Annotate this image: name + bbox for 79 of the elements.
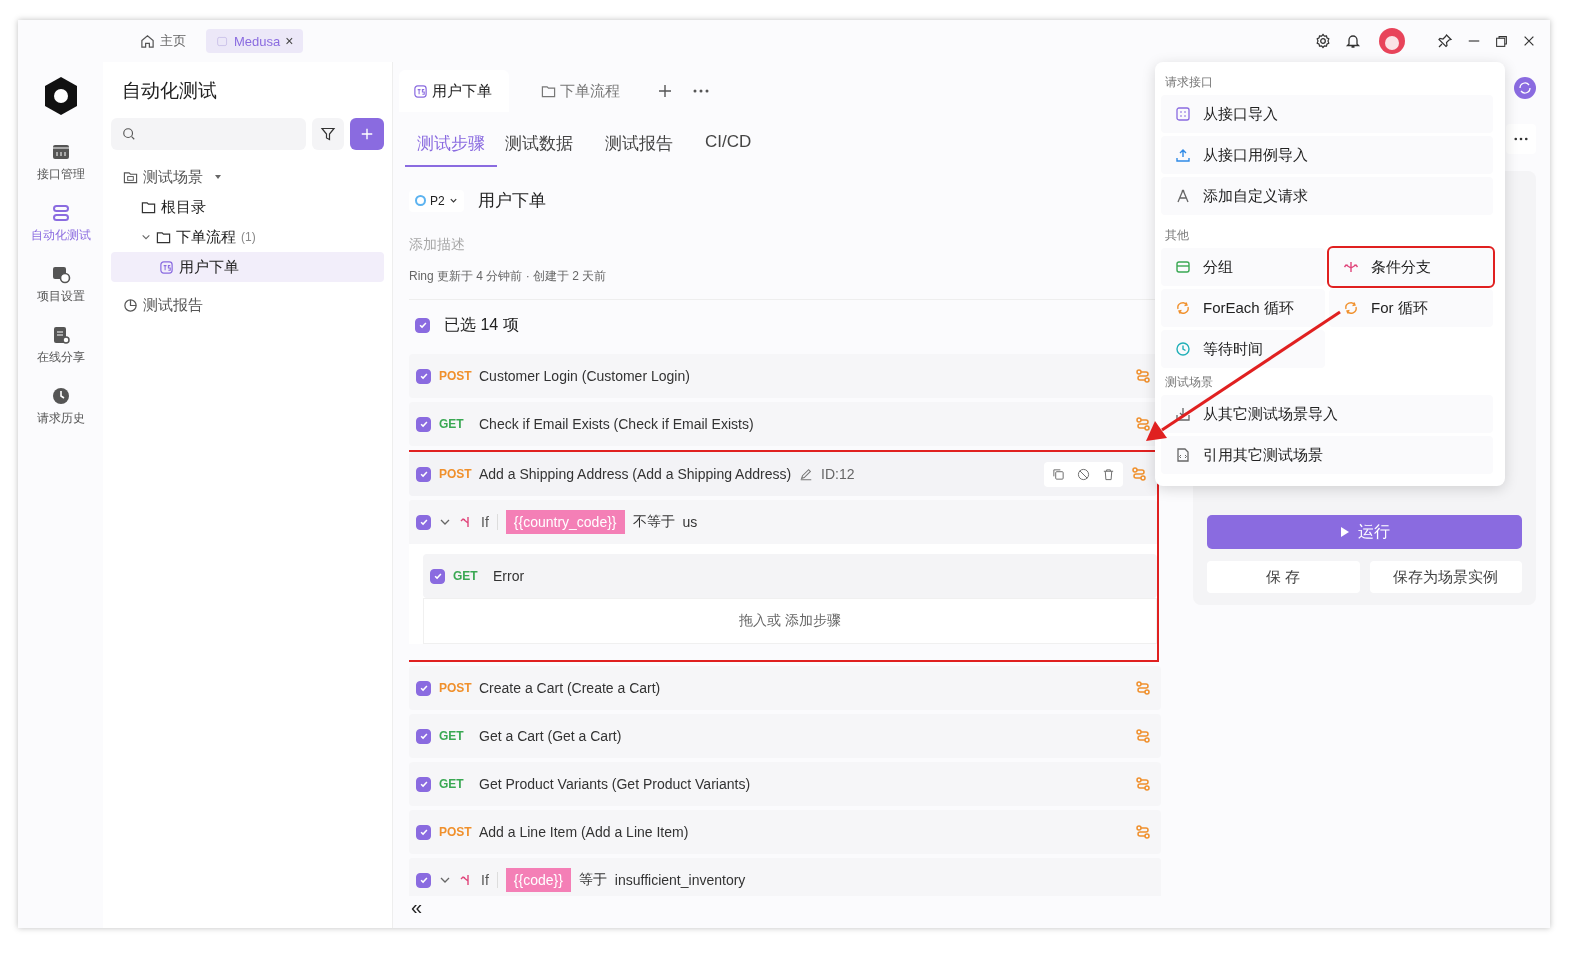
window-tab[interactable]: 主页 — [130, 28, 196, 54]
tree-item[interactable]: 下单流程 (1) — [111, 222, 384, 252]
close-tab-button[interactable]: × — [285, 33, 294, 49]
if-keyword: If — [481, 514, 498, 530]
step-name: Check if Email Exists (Check if Email Exists) — [479, 416, 754, 432]
operator-label: 不等于 — [632, 513, 675, 531]
tree-label: 用户下单 — [179, 257, 239, 277]
condition-value: us — [682, 514, 698, 530]
nav-item[interactable]: 自动化测试 — [30, 203, 91, 244]
method-label: GET — [439, 729, 465, 743]
step-name: Get Product Variants (Get Product Variants) — [479, 776, 751, 792]
menu-item[interactable]: 从其它测试场景导入 — [1161, 395, 1493, 433]
method-label: POST — [439, 369, 471, 383]
tree-item[interactable]: 根目录 — [111, 192, 384, 222]
tree-item[interactable]: 测试场景 — [111, 162, 384, 192]
tree-label: 下单流程 — [176, 227, 236, 247]
menu-item[interactable]: 分组 — [1161, 248, 1325, 286]
menu-section-title: 其他 — [1164, 227, 1190, 244]
tree-label: 测试报告 — [143, 295, 203, 315]
method-label: POST — [439, 467, 471, 481]
method-label: GET — [453, 569, 479, 583]
if-keyword: If — [481, 872, 498, 888]
case-name: 用户下单 — [477, 190, 546, 212]
step-row[interactable]: GET Error — [423, 554, 1157, 598]
step-name: Customer Login (Customer Login) — [479, 368, 690, 384]
section-tab[interactable]: CI/CD — [705, 126, 752, 167]
step-name: Create a Cart (Create a Cart) — [479, 680, 661, 696]
method-label: GET — [439, 777, 465, 791]
priority-select[interactable]: P2 — [409, 189, 464, 212]
tree-label: 根目录 — [161, 197, 206, 217]
tree-label: 测试场景 — [143, 167, 203, 187]
operator-label: 等于 — [578, 871, 607, 889]
selection-count: 已选 14 项 — [444, 314, 519, 335]
method-label: POST — [439, 681, 471, 695]
tree-item[interactable]: 用户下单 — [111, 252, 384, 282]
menu-item[interactable]: 从接口用例导入 — [1161, 136, 1493, 174]
window-tab[interactable]: Medusa × — [206, 29, 304, 53]
menu-section-title: 测试场景 — [1164, 374, 1214, 391]
step-name: Get a Cart (Get a Cart) — [479, 728, 622, 744]
save-as-button[interactable]: 保存为场景实例 — [1369, 561, 1522, 593]
section-tab[interactable]: 测试报告 — [605, 126, 673, 167]
nav-item[interactable]: 请求历史 — [36, 386, 85, 427]
step-row[interactable]: POST Add a Shipping Address (Add a Shipping Address) ID:12 — [409, 452, 1157, 496]
description-field[interactable]: 添加描述 — [409, 232, 709, 256]
variable-tag: {{country_code}} — [505, 510, 625, 534]
item-count: (1) — [241, 230, 256, 244]
menu-item[interactable]: 从接口导入 — [1161, 95, 1493, 133]
nav-item[interactable]: 在线分享 — [36, 325, 85, 366]
condition-value: insufficient_inventory — [614, 872, 746, 888]
menu-item[interactable]: ForEach 循环 — [1161, 289, 1325, 327]
run-button[interactable]: 运行 — [1207, 515, 1522, 549]
step-row[interactable]: GET Get Product Variants (Get Product Variants) — [409, 762, 1161, 806]
menu-item[interactable]: 引用其它测试场景 — [1161, 436, 1493, 474]
step-row[interactable]: POST Create a Cart (Create a Cart) — [409, 666, 1161, 710]
menu-item[interactable]: 条件分支 — [1329, 248, 1493, 286]
menu-section-title: 请求接口 — [1164, 74, 1214, 91]
method-label: POST — [439, 825, 471, 839]
method-label: GET — [439, 417, 465, 431]
nav-item[interactable]: 项目设置 — [36, 264, 85, 305]
menu-item[interactable]: For 循环 — [1329, 289, 1493, 327]
section-tab[interactable]: 测试步骤 — [405, 126, 497, 167]
menu-item[interactable]: 等待时间 — [1161, 330, 1325, 368]
document-tab[interactable]: 下单流程 — [527, 70, 637, 112]
section-tab[interactable]: 测试数据 — [505, 126, 573, 167]
drop-zone[interactable]: 拖入或 添加步骤 — [423, 598, 1157, 644]
nav-item[interactable]: 接口管理 — [36, 142, 85, 183]
step-name: Add a Line Item (Add a Line Item) — [479, 824, 689, 840]
step-row[interactable]: POST Add a Line Item (Add a Line Item) — [409, 810, 1161, 854]
menu-item[interactable]: 添加自定义请求 — [1161, 177, 1493, 215]
collapse-button[interactable]: « — [409, 896, 1161, 928]
document-tab[interactable]: 用户下单 — [399, 70, 509, 112]
save-button[interactable]: 保 存 — [1207, 561, 1360, 593]
tree-item[interactable]: 测试报告 — [111, 290, 384, 320]
variable-tag: {{code}} — [505, 868, 571, 892]
step-id: ID:12 — [821, 466, 855, 482]
step-name: Add a Shipping Address (Add a Shipping Address) — [479, 466, 792, 482]
step-row[interactable]: GET Get a Cart (Get a Cart) — [409, 714, 1161, 758]
sidebar-title: 自动化测试 — [122, 79, 218, 103]
step-name: Error — [493, 568, 525, 584]
